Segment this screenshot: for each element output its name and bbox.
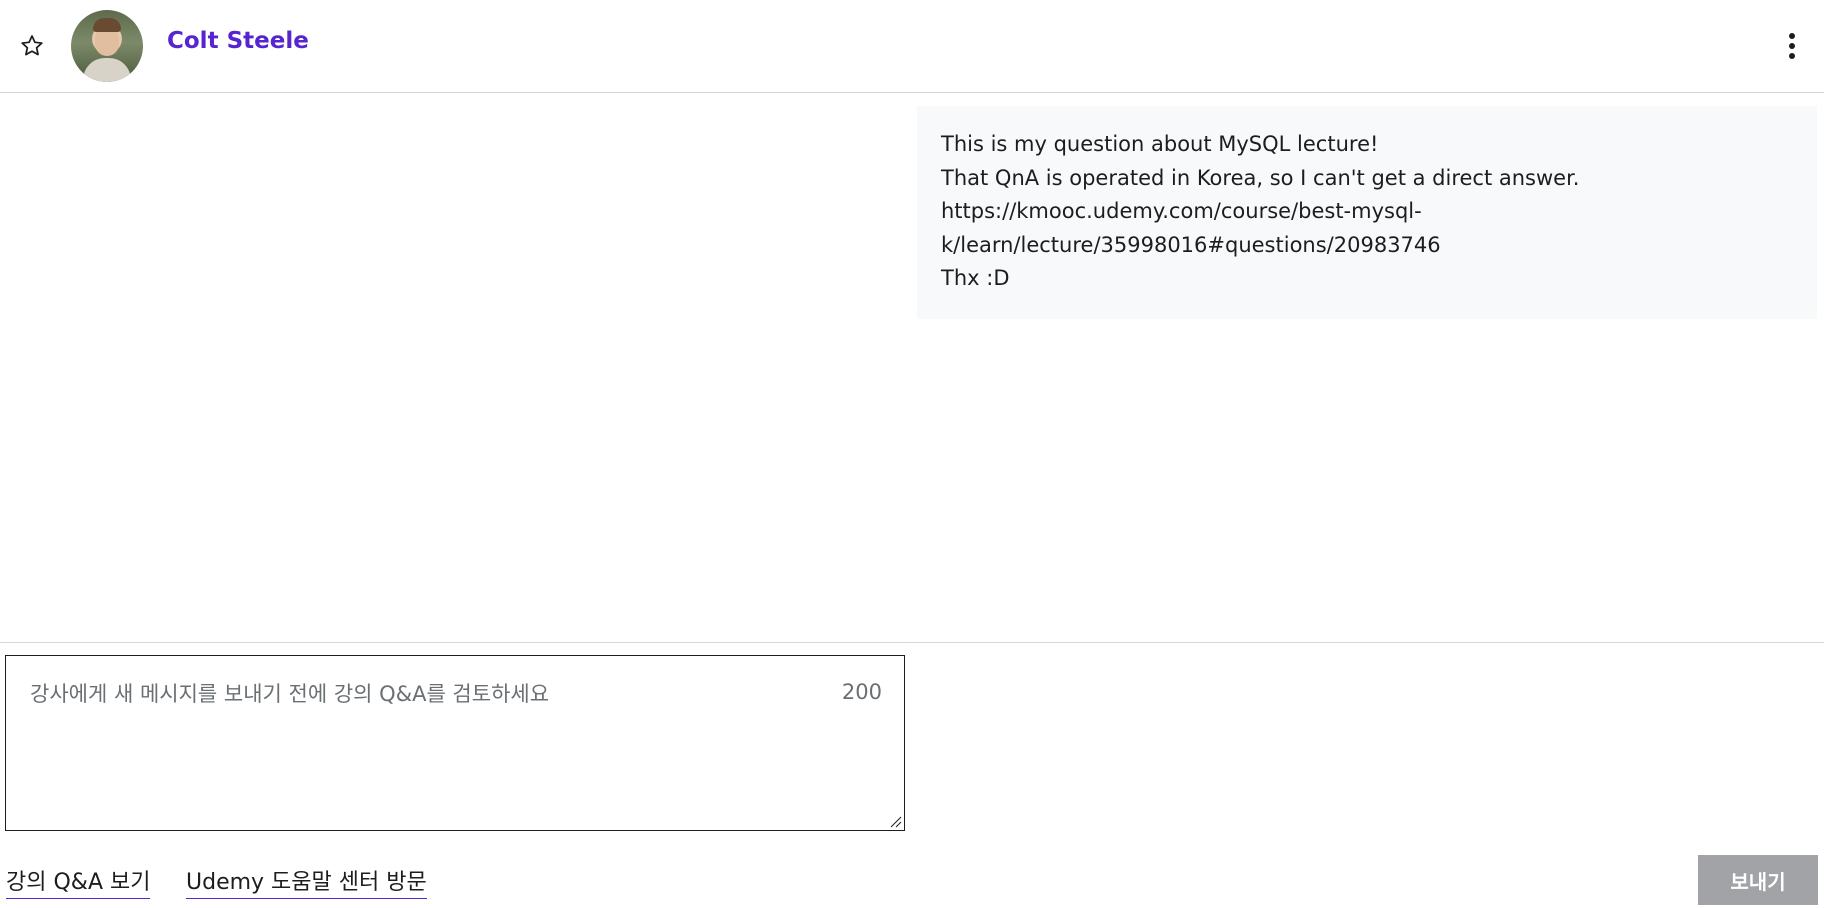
star-outline-icon bbox=[21, 35, 43, 56]
instructor-avatar[interactable] bbox=[71, 10, 143, 82]
compose-box: 200 bbox=[5, 655, 905, 831]
favorite-button[interactable] bbox=[14, 28, 50, 64]
character-counter: 200 bbox=[841, 680, 882, 704]
help-center-link[interactable]: Udemy 도움말 센터 방문 bbox=[186, 864, 427, 899]
message-link-line: k/learn/lecture/35998016#questions/20983… bbox=[941, 232, 1441, 257]
conversation-header: Colt Steele bbox=[0, 0, 1824, 93]
message-line: Thx :D bbox=[941, 266, 1010, 290]
more-options-button[interactable] bbox=[1774, 26, 1810, 66]
view-course-qa-link[interactable]: 강의 Q&A 보기 bbox=[6, 864, 151, 899]
sent-message-bubble: This is my question about MySQL lecture!… bbox=[917, 106, 1817, 319]
resize-handle-icon[interactable] bbox=[888, 814, 902, 828]
more-vertical-icon bbox=[1789, 33, 1795, 59]
message-thread-page: Colt Steele This is my question about My… bbox=[0, 0, 1824, 908]
send-button[interactable]: 보내기 bbox=[1698, 855, 1818, 905]
message-link-line: https://kmooc.udemy.com/course/best-mysq… bbox=[941, 199, 1422, 223]
compose-divider bbox=[0, 642, 1824, 643]
message-input[interactable] bbox=[6, 656, 904, 830]
message-line: That QnA is operated in Korea, so I can'… bbox=[941, 165, 1580, 190]
message-line: This is my question about MySQL lecture! bbox=[941, 132, 1379, 156]
instructor-name-link[interactable]: Colt Steele bbox=[167, 28, 309, 54]
